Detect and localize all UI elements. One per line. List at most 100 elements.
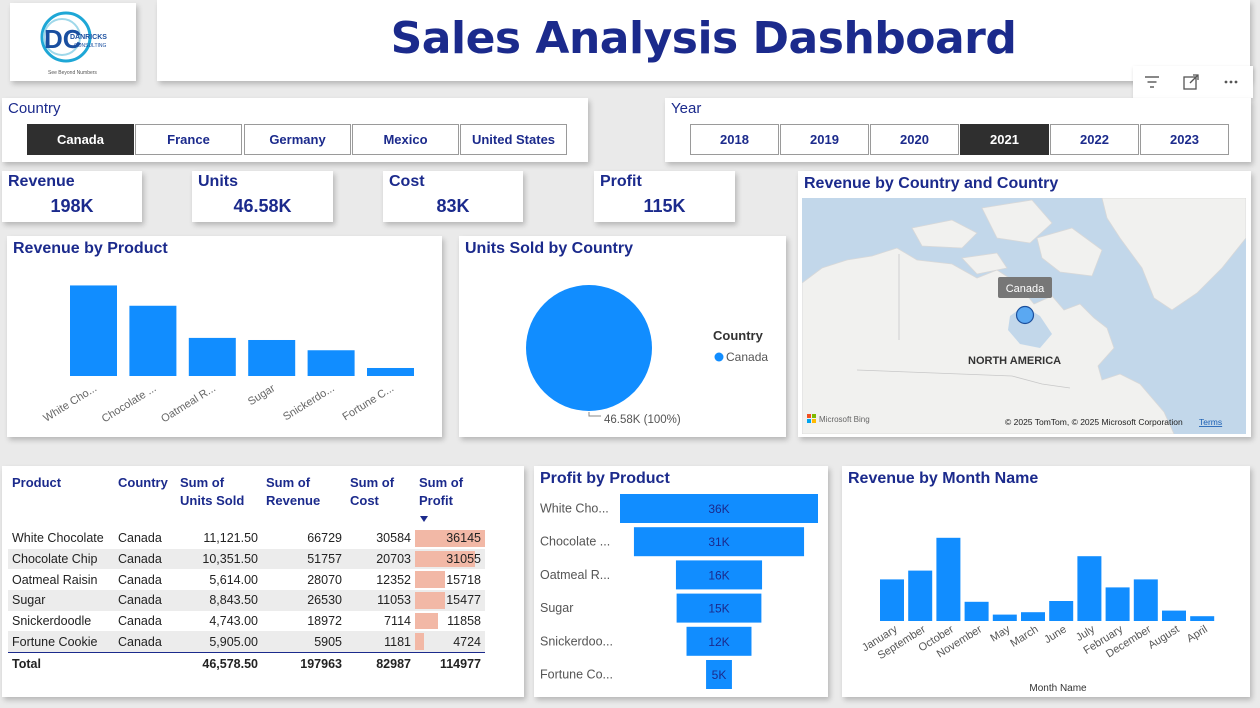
map-tooltip-label: Canada bbox=[1006, 283, 1045, 295]
table-row[interactable]: White Chocolate Canada 11,121.50 66729 30584… bbox=[8, 528, 485, 549]
funnel-category-label: Sugar bbox=[540, 601, 573, 615]
x-tick-label: Sugar bbox=[246, 382, 278, 408]
total-units: 46,578.50 bbox=[176, 651, 262, 677]
profit-value: 15718 bbox=[446, 572, 481, 587]
cell-profit: 36145 bbox=[415, 528, 485, 549]
year-option-2022[interactable]: 2022 bbox=[1050, 124, 1139, 155]
bar[interactable] bbox=[70, 285, 117, 376]
cell-country: Canada bbox=[114, 631, 176, 653]
matrix-header-row: Product Country Sum of Units Sold Sum of… bbox=[8, 474, 485, 510]
map-bubble-canada[interactable] bbox=[1015, 305, 1035, 325]
bar[interactable] bbox=[188, 337, 236, 376]
kpi-units-value: 46.58K bbox=[233, 196, 292, 216]
x-tick-label: Chocolate ... bbox=[100, 382, 159, 425]
year-option-2021[interactable]: 2021 bbox=[960, 124, 1049, 155]
pie-leader-line bbox=[588, 412, 601, 417]
cell-country: Canada bbox=[118, 531, 162, 546]
pie-data-label: 46.58K (100%) bbox=[604, 414, 681, 426]
bar[interactable] bbox=[1105, 587, 1130, 621]
bar[interactable] bbox=[964, 601, 989, 621]
title-card: Sales Analysis Dashboard bbox=[157, 0, 1250, 81]
map-terms-link[interactable]: Terms bbox=[1199, 417, 1222, 427]
bar[interactable] bbox=[129, 305, 177, 376]
col-header-units[interactable]: Sum of Units Sold bbox=[176, 474, 262, 510]
x-tick-label: White Cho... bbox=[41, 382, 99, 424]
bar[interactable] bbox=[936, 537, 961, 621]
cell-units: 10,351.50 bbox=[176, 548, 262, 570]
profit-value: 36145 bbox=[446, 531, 481, 546]
kpi-profit-label: Profit bbox=[600, 173, 642, 190]
bar[interactable] bbox=[1190, 616, 1215, 621]
x-tick-label: March bbox=[1008, 623, 1040, 649]
country-option-mexico[interactable]: Mexico bbox=[352, 124, 459, 155]
table-row[interactable]: Snickerdoodle Canada 4,743.00 18972 7114 1185… bbox=[8, 611, 485, 632]
logo-line1: DANRICKS bbox=[70, 34, 107, 41]
x-axis-title: Month Name bbox=[1029, 683, 1087, 694]
filter-icon[interactable] bbox=[1143, 73, 1161, 91]
cell-profit: 15477 bbox=[415, 590, 485, 611]
bar[interactable] bbox=[1021, 612, 1045, 621]
more-options-icon[interactable] bbox=[1222, 73, 1240, 91]
year-option-2018[interactable]: 2018 bbox=[690, 124, 779, 155]
col-header-profit[interactable]: Sum of Profit bbox=[415, 474, 485, 510]
total-revenue: 197963 bbox=[262, 651, 346, 677]
country-option-canada[interactable]: Canada bbox=[27, 124, 134, 155]
bar[interactable] bbox=[307, 350, 355, 376]
bar[interactable] bbox=[1049, 601, 1074, 621]
col-header-cost[interactable]: Sum of Cost bbox=[346, 474, 415, 510]
table-row[interactable]: Chocolate Chip Canada 10,351.50 51757 20703 3… bbox=[8, 548, 485, 570]
x-tick-label: Fortune C... bbox=[340, 382, 396, 423]
pie-slice-canada[interactable] bbox=[526, 285, 652, 411]
table-row[interactable]: Fortune Cookie Canada 5,905.00 5905 1181 4724 bbox=[8, 631, 485, 653]
bar[interactable] bbox=[1133, 579, 1158, 621]
kpi-units-card: Units 46.58K bbox=[192, 171, 333, 222]
country-option-germany[interactable]: Germany bbox=[244, 124, 351, 155]
cell-profit: 15718 bbox=[415, 569, 485, 590]
cell-cost: 20703 bbox=[346, 548, 415, 570]
year-slicer-title: Year bbox=[671, 100, 702, 117]
table-row[interactable]: Oatmeal Raisin Canada 5,614.00 28070 12352 15… bbox=[8, 569, 485, 590]
cell-revenue: 26530 bbox=[262, 590, 346, 611]
cell-revenue: 66729 bbox=[307, 531, 342, 546]
year-option-2023[interactable]: 2023 bbox=[1140, 124, 1229, 155]
col-header-revenue[interactable]: Sum of Revenue bbox=[262, 474, 346, 510]
kpi-units-label: Units bbox=[198, 173, 238, 190]
bar[interactable] bbox=[880, 579, 904, 621]
funnel-data-label: 31K bbox=[708, 535, 729, 549]
cell-units: 11,121.50 bbox=[203, 531, 258, 546]
country-option-united-states[interactable]: United States bbox=[460, 124, 567, 155]
kpi-cost-card: Cost 83K bbox=[383, 171, 523, 222]
bar[interactable] bbox=[367, 367, 414, 376]
cell-country: Canada bbox=[118, 572, 162, 587]
total-cost: 82987 bbox=[346, 651, 415, 677]
product-matrix-table: Product Country Sum of Units Sold Sum of… bbox=[8, 474, 485, 677]
profit-value: 11858 bbox=[447, 614, 481, 629]
table-row[interactable]: Sugar Canada 8,843.50 26530 11053 15477 bbox=[8, 590, 485, 611]
bar[interactable] bbox=[1077, 556, 1102, 621]
revenue-by-product-visual: Revenue by Product White Cho... Chocolate… bbox=[7, 236, 442, 437]
cell-country: Canada bbox=[114, 548, 176, 570]
company-logo: DC DANRICKS CONSULTING See Beyond Number… bbox=[40, 11, 107, 76]
country-option-france[interactable]: France bbox=[135, 124, 242, 155]
profit-data-bar bbox=[415, 592, 445, 609]
cell-country: Canada bbox=[118, 614, 162, 629]
funnel-category-label: Oatmeal R... bbox=[540, 568, 610, 582]
cell-profit: 11858 bbox=[415, 611, 485, 632]
kpi-profit-value: 115K bbox=[643, 196, 686, 216]
bar[interactable] bbox=[908, 570, 933, 621]
col-header-product[interactable]: Product bbox=[8, 474, 114, 510]
sort-descending-icon[interactable] bbox=[419, 515, 429, 523]
bar[interactable] bbox=[1162, 610, 1186, 621]
kpi-cost-label: Cost bbox=[389, 173, 425, 190]
expand-icon[interactable] bbox=[1182, 73, 1200, 91]
bar[interactable] bbox=[992, 614, 1017, 621]
funnel-category-label: White Cho... bbox=[540, 502, 609, 516]
bar[interactable] bbox=[248, 339, 296, 376]
legend-item-canada[interactable]: Canada bbox=[726, 350, 768, 364]
col-header-country[interactable]: Country bbox=[114, 474, 176, 510]
year-option-2020[interactable]: 2020 bbox=[870, 124, 959, 155]
funnel-data-label: 36K bbox=[708, 502, 729, 516]
cell-cost: 11053 bbox=[346, 590, 415, 611]
year-option-2019[interactable]: 2019 bbox=[780, 124, 869, 155]
map-canvas[interactable]: Microsoft Bing NORTH AMERICA Canada © 20… bbox=[802, 198, 1246, 434]
